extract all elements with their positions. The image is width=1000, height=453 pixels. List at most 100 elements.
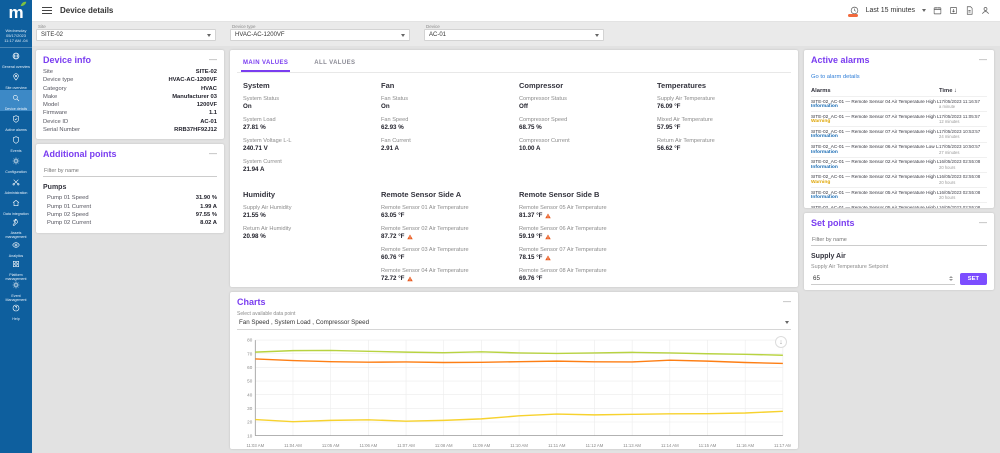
data-point: Remote Sensor 05 Air Temperature81.37 °F — [519, 205, 647, 220]
tab-main-values[interactable]: MAIN VALUES — [241, 56, 290, 72]
alarm-row[interactable]: SITE-02_AC-01 — Remote Sensor 07 Air Tem… — [811, 126, 987, 141]
point-value: 68.75 % — [519, 124, 647, 132]
alarm-row[interactable]: SITE-02_AC-01 — Remote Sensor 05 Air Tem… — [811, 202, 987, 208]
collapse-icon[interactable]: — — [979, 57, 987, 63]
sidebar-item-general-overview[interactable]: General overview — [0, 48, 32, 69]
quantity-stepper[interactable] — [949, 276, 953, 281]
alarm-row[interactable]: SITE-02_AC-01 — Remote Sensor 02 Air Tem… — [811, 157, 987, 172]
data-point: Mixed Air Temperature57.95 °F — [657, 117, 785, 132]
alarm-row[interactable]: SITE-02_AC-01 — Remote Sensor 06 Air Tem… — [811, 142, 987, 157]
app-root: m Wednesday 05/17/2023 11:17 AM -04 Gene… — [0, 0, 1000, 453]
section-temperatures: TemperaturesSupply Air Temperature76.09 … — [657, 81, 785, 180]
point-label: Remote Sensor 06 Air Temperature — [519, 226, 647, 233]
tab-all-values[interactable]: ALL VALUES — [312, 56, 357, 72]
main-values-card: MAIN VALUES ALL VALUES SystemSystem Statu… — [230, 50, 798, 287]
point-label: Fan Status — [381, 96, 509, 103]
point-value: 60.76 °F — [381, 254, 509, 262]
datapoint-select-value: Fan Speed , System Load , Compressor Spe… — [239, 319, 369, 326]
pin-icon — [12, 68, 20, 86]
app-logo[interactable]: m — [0, 0, 32, 26]
point-value: 240.71 V — [243, 145, 371, 153]
section-remote-sensor-side-a: Remote Sensor Side ARemote Sensor 01 Air… — [381, 190, 509, 287]
sidebar-item-event-management[interactable]: Event Management — [0, 279, 32, 300]
setpoints-filter-input[interactable] — [811, 235, 987, 246]
chart-download-button[interactable]: ↓ — [775, 336, 787, 348]
calendar-icon[interactable] — [933, 6, 942, 15]
section-system: SystemSystem StatusOnSystem Load27.81 %S… — [243, 81, 371, 180]
point-value: 21.94 A — [243, 166, 371, 174]
alarm-timestamp: 16/05/2023 02:55:08 — [939, 205, 987, 208]
eye-icon — [12, 236, 20, 254]
section-title: Remote Sensor Side B — [519, 190, 647, 199]
alarm-row[interactable]: SITE-02_AC-01 — Remote Sensor 05 Air Tem… — [811, 187, 987, 202]
report-icon[interactable] — [965, 6, 974, 15]
additional-points-card: Additional points — Pumps Pump 01 Speed3… — [36, 144, 224, 232]
set-button[interactable]: SET — [960, 273, 987, 285]
main-area: Device details Last 15 minutes — [32, 0, 1000, 453]
filter-select[interactable]: AC-01 — [424, 29, 604, 41]
point-label: Fan Speed — [381, 117, 509, 124]
device-info-row: Serial NumberRRB37HF92J12 — [43, 126, 217, 134]
data-point: Compressor Current10.00 A — [519, 138, 647, 153]
collapse-icon[interactable]: — — [783, 299, 791, 305]
data-point: Remote Sensor 07 Air Temperature78.15 °F — [519, 247, 647, 262]
sidebar-item-configuration[interactable]: Configuration — [0, 153, 32, 174]
sidebar-item-administration[interactable]: Administration — [0, 174, 32, 195]
user-icon[interactable] — [981, 6, 990, 15]
points-filter-input[interactable] — [43, 166, 217, 177]
datapoint-select[interactable]: Fan Speed , System Load , Compressor Spe… — [237, 317, 791, 330]
point-value: 20.98 % — [243, 233, 371, 241]
sidebar-item-active-alarms[interactable]: Active alarms — [0, 111, 32, 132]
menu-icon[interactable] — [42, 7, 52, 15]
page-title: Device details — [60, 6, 113, 15]
point-value: 10.00 A — [519, 145, 647, 153]
pumps-list: Pump 01 Speed31.90 %Pump 01 Current1.99 … — [43, 194, 217, 227]
data-point: Remote Sensor 03 Air Temperature60.76 °F — [381, 247, 509, 262]
section-title: Humidity — [243, 190, 371, 199]
svg-text:11:07 AM: 11:07 AM — [397, 443, 415, 448]
export-icon[interactable] — [949, 6, 958, 15]
alarm-relative-time: 24 minutes — [939, 134, 987, 139]
point-value: 63.05 °F — [381, 212, 509, 220]
collapse-icon[interactable]: — — [979, 220, 987, 226]
svg-text:30: 30 — [247, 406, 253, 411]
sidebar-item-events[interactable]: Events — [0, 132, 32, 153]
collapse-icon[interactable]: — — [209, 57, 217, 63]
data-point: System Voltage L-L240.71 V — [243, 138, 371, 153]
alarm-row[interactable]: SITE-02_AC-01 — Remote Sensor 02 Air Tem… — [811, 172, 987, 187]
point-label: System Current — [243, 159, 371, 166]
point-value: 62.93 % — [381, 124, 509, 132]
point-label: Remote Sensor 04 Air Temperature — [381, 268, 509, 275]
sidebar-item-assets-management[interactable]: Assets management — [0, 216, 32, 237]
search-icon — [12, 89, 20, 107]
point-value: 27.81 % — [243, 124, 371, 132]
hub-icon — [12, 194, 20, 212]
alarm-row[interactable]: SITE-02_AC-01 — Remote Sensor 07 Air Tem… — [811, 111, 987, 126]
middle-column: MAIN VALUES ALL VALUES SystemSystem Statu… — [230, 50, 798, 449]
right-column: Active alarms — Go to alarm details Alar… — [804, 50, 994, 449]
setpoint-input[interactable]: 65 — [811, 273, 955, 285]
time-range-selector[interactable]: Last 15 minutes — [866, 7, 915, 14]
alarm-row[interactable]: SITE-02_AC-01 — Remote Sensor 04 Air Tem… — [811, 96, 987, 111]
alarm-name: SITE-02_AC-01 — Remote Sensor 05 Air Tem… — [811, 205, 939, 208]
collapse-icon[interactable]: — — [209, 151, 217, 157]
sidebar-item-help[interactable]: Help — [0, 300, 32, 321]
point-value: 56.62 °F — [657, 145, 785, 153]
point-value: 59.19 °F — [519, 233, 647, 241]
sidebar-item-site-overview[interactable]: Site overview — [0, 69, 32, 90]
time-column-header[interactable]: Time ↓ — [939, 88, 987, 94]
filter-select[interactable]: HVAC-AC-1200VF — [230, 29, 410, 41]
wrench-icon — [12, 213, 20, 231]
filter-select[interactable]: SITE-02 — [36, 29, 216, 41]
grid-icon — [12, 255, 20, 273]
svg-text:11:17 AM: 11:17 AM — [774, 443, 791, 448]
alarm-severity: Information — [811, 104, 939, 110]
chevron-down-icon[interactable] — [922, 9, 926, 12]
point-label: Remote Sensor 07 Air Temperature — [519, 247, 647, 254]
filter-bar: SiteSITE-02Device typeHVAC-AC-1200VFDevi… — [32, 22, 1000, 46]
sidebar-item-device-details[interactable]: Device details — [0, 90, 32, 111]
clock-icon[interactable] — [850, 6, 859, 15]
pump-point-row: Pump 02 Current8.02 A — [47, 219, 217, 227]
data-point: Supply Air Humidity21.55 % — [243, 205, 371, 220]
alarm-details-link[interactable]: Go to alarm details — [811, 74, 860, 80]
